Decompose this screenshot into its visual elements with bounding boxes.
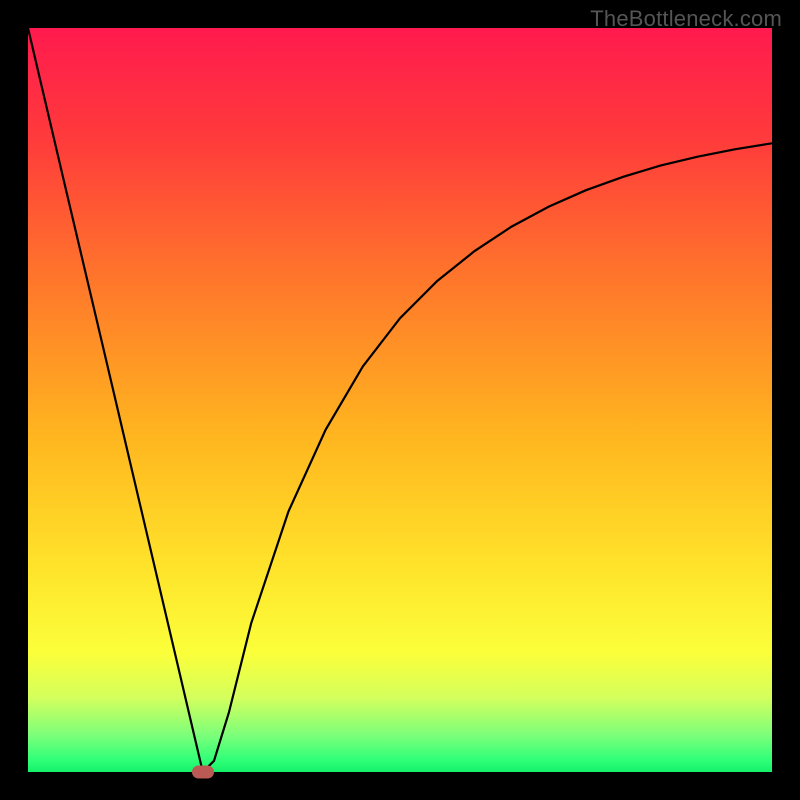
bottleneck-line-chart	[28, 28, 772, 772]
gradient-background	[28, 28, 772, 772]
optimal-point-marker	[192, 766, 214, 779]
watermark-text: TheBottleneck.com	[590, 6, 782, 32]
plot-frame	[28, 28, 772, 772]
